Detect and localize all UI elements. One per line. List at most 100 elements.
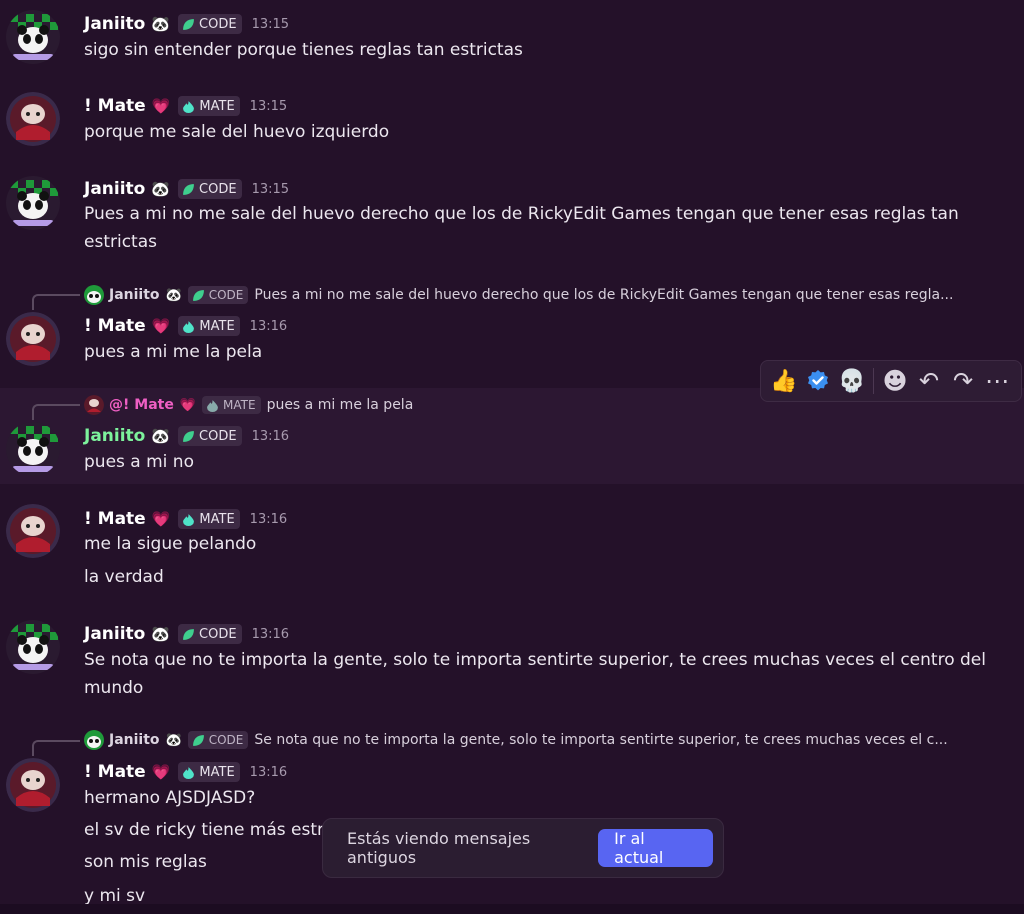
leaf-icon (183, 628, 194, 640)
flame-icon (207, 399, 218, 412)
leaf-icon (183, 183, 194, 195)
message: ! Mate 💗 MATE 13:16 me la sigue pelando … (0, 494, 1024, 612)
thumbs-up-reaction-button[interactable]: 👍 (767, 364, 801, 398)
server-tag-label: CODE (208, 288, 244, 302)
leaf-icon (183, 18, 194, 30)
avatar-mate[interactable] (6, 758, 60, 812)
more-options-button[interactable]: ⋯ (980, 364, 1014, 398)
flame-icon (183, 766, 195, 779)
username[interactable]: Janiito (84, 426, 145, 446)
message-feed: Janiito 🐼 CODE 13:15 sigo sin entender p… (0, 0, 1024, 914)
panda-emoji-icon: 🐼 (151, 15, 171, 33)
pink-heart-icon: 💗 (151, 510, 171, 528)
divider (873, 368, 874, 394)
message-text: me la sigue pelando (84, 534, 257, 554)
avatar-janiito[interactable] (6, 422, 60, 476)
server-tag[interactable]: MATE (178, 96, 240, 116)
add-reaction-button[interactable]: ☻ (878, 364, 912, 398)
avatar-janiito[interactable] (6, 10, 60, 64)
message-text: hermano AJSDJASD? (84, 788, 256, 808)
message: @! Mate 💗 MATE pues a mi me la pela Jani… (0, 388, 1024, 484)
leaf-icon (192, 289, 204, 301)
panda-emoji-icon: 🐼 (151, 427, 171, 445)
server-tag[interactable]: CODE (178, 179, 242, 199)
reply-spine (32, 740, 80, 756)
server-tag[interactable]: MATE (178, 762, 240, 782)
reply-text: pues a mi me la pela (266, 397, 414, 413)
pink-heart-icon: 💗 (151, 97, 171, 115)
reply-username: Janiito (109, 732, 160, 748)
username[interactable]: ! Mate (84, 316, 146, 336)
panda-emoji-icon: 🐼 (151, 625, 171, 643)
message-text: estrictas (84, 232, 157, 252)
username[interactable]: Janiito (84, 14, 145, 34)
timestamp[interactable]: 13:16 (250, 319, 287, 334)
username[interactable]: ! Mate (84, 96, 146, 116)
username[interactable]: Janiito (84, 179, 145, 199)
username[interactable]: Janiito (84, 624, 145, 644)
verified-reaction-button[interactable] (801, 364, 835, 398)
timestamp[interactable]: 13:16 (250, 512, 287, 527)
timestamp[interactable]: 13:15 (252, 182, 289, 197)
reply-mention: @! Mate (109, 397, 174, 413)
server-tag: MATE (202, 396, 261, 414)
message: Janiito 🐼 CODE 13:15 Pues a mi no me sal… (0, 168, 1024, 278)
reply-preview[interactable]: Janiito 🐼 CODE Se nota que no te importa… (84, 730, 1014, 750)
leaf-icon (192, 734, 204, 746)
server-tag-label: CODE (199, 428, 237, 444)
flame-icon (183, 320, 195, 333)
server-tag-label: CODE (199, 181, 237, 197)
leaf-icon (183, 430, 194, 442)
server-tag-label: MATE (199, 764, 235, 780)
server-tag[interactable]: CODE (178, 624, 242, 644)
server-tag[interactable]: CODE (178, 14, 242, 34)
smile-icon: ☻ (882, 367, 908, 395)
server-tag: CODE (187, 731, 249, 749)
reply-arrow-icon: ↶ (918, 367, 940, 395)
server-tag: CODE (187, 286, 249, 304)
reply-spine (32, 294, 80, 310)
server-tag[interactable]: MATE (178, 509, 240, 529)
username[interactable]: ! Mate (84, 509, 146, 529)
server-tag-label: CODE (199, 626, 237, 642)
message-actions-bar: 👍 💀 ☻ ↶ ↷ ⋯ (760, 360, 1022, 402)
forward-button[interactable]: ↷ (946, 364, 980, 398)
server-tag-label: MATE (199, 511, 235, 527)
username[interactable]: ! Mate (84, 762, 146, 782)
message-text: el sv de ricky tiene más estri (84, 820, 329, 840)
reply-avatar (84, 395, 104, 415)
composer-edge (0, 904, 1024, 914)
message: Janiito 🐼 CODE 13:16 Se nota que no te i… (0, 612, 1024, 724)
avatar-mate[interactable] (6, 312, 60, 366)
server-tag[interactable]: CODE (178, 426, 242, 446)
message-text: son mis reglas (84, 852, 207, 872)
message-text: mundo (84, 678, 144, 698)
message-text: sigo sin entender porque tienes reglas t… (84, 40, 523, 60)
avatar-janiito[interactable] (6, 620, 60, 674)
timestamp[interactable]: 13:16 (250, 765, 287, 780)
reply-button[interactable]: ↶ (912, 364, 946, 398)
timestamp[interactable]: 13:15 (250, 99, 287, 114)
avatar-mate[interactable] (6, 92, 60, 146)
message-text: pues a mi no (84, 452, 194, 472)
skull-icon: 💀 (838, 368, 866, 394)
panda-emoji-icon: 🐼 (151, 180, 171, 198)
reply-preview[interactable]: Janiito 🐼 CODE Pues a mi no me sale del … (84, 285, 1014, 305)
avatar-mate[interactable] (6, 504, 60, 558)
timestamp[interactable]: 13:15 (252, 17, 289, 32)
server-tag[interactable]: MATE (178, 316, 240, 336)
verified-badge-icon (808, 370, 828, 391)
message: Janiito 🐼 CODE 13:15 sigo sin entender p… (0, 0, 1024, 82)
jump-to-present-button[interactable]: Ir al actual (598, 829, 713, 867)
message-text: Pues a mi no me sale del huevo derecho q… (84, 204, 959, 224)
flame-icon (183, 513, 195, 526)
avatar-janiito[interactable] (6, 176, 60, 230)
thumbs-up-icon: 👍 (770, 368, 798, 394)
reply-spine (32, 404, 80, 420)
timestamp[interactable]: 13:16 (252, 429, 289, 444)
old-messages-toast: Estás viendo mensajes antiguos Ir al act… (322, 818, 724, 878)
skull-reaction-button[interactable]: 💀 (835, 364, 869, 398)
timestamp[interactable]: 13:16 (252, 627, 289, 642)
reply-username: Janiito (109, 287, 160, 303)
message: ! Mate 💗 MATE 13:15 porque me sale del h… (0, 82, 1024, 168)
